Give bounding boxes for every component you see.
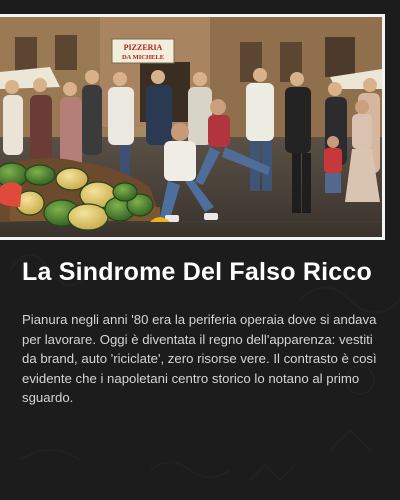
svg-text:PIZZERIA: PIZZERIA xyxy=(124,43,163,52)
crowd-photo: PIZZERIA DA MICHELE xyxy=(0,17,382,237)
pizzeria-sign: PIZZERIA DA MICHELE xyxy=(111,38,175,64)
article-image: PIZZERIA DA MICHELE xyxy=(0,14,385,240)
article-title: La Sindrome Del Falso Ricco xyxy=(22,258,372,286)
article-body: Pianura negli anni '80 era la periferia … xyxy=(22,312,377,405)
svg-text:DA MICHELE: DA MICHELE xyxy=(122,54,164,61)
article-screen: PIZZERIA DA MICHELE La Sindrome Del Fals… xyxy=(0,0,400,500)
article-content: La Sindrome Del Falso Ricco Pianura negl… xyxy=(22,256,378,408)
